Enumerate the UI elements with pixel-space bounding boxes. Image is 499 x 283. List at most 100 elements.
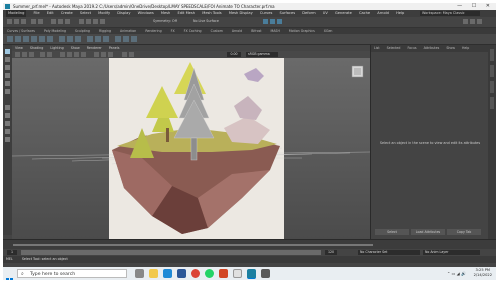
anim-layer-selector[interactable]: No Anim Layer	[423, 250, 480, 255]
menu-modify[interactable]: Modify	[98, 11, 110, 15]
modeling-toolkit-tab[interactable]	[490, 81, 494, 93]
menu-file[interactable]: File	[34, 11, 40, 15]
poly-cone-icon[interactable]	[31, 36, 37, 42]
menu-set-selector[interactable]: Modeling	[6, 10, 27, 17]
render-settings-icon[interactable]	[277, 19, 282, 24]
range-start-field[interactable]: 1	[7, 250, 17, 255]
redo-icon[interactable]	[38, 19, 43, 24]
shelf-tab[interactable]: Custom	[211, 29, 223, 33]
shelf-tab[interactable]: Animation	[120, 29, 136, 33]
media-player-icon[interactable]	[233, 269, 242, 278]
anti-aliasing-icon[interactable]	[108, 52, 113, 57]
ipr-render-icon[interactable]	[270, 19, 275, 24]
menu-mesh-tools[interactable]: Mesh Tools	[202, 11, 221, 15]
shelf-tab[interactable]: Arnold	[232, 29, 242, 33]
shelf-tab[interactable]: Curves / Surfaces	[7, 29, 35, 33]
attribute-editor-tab[interactable]	[490, 65, 494, 77]
edge-browser-icon[interactable]	[163, 269, 172, 278]
ae-tab-focus[interactable]: Focus	[407, 46, 416, 50]
shelf-tab[interactable]: Bifrost	[251, 29, 261, 33]
menu-mesh[interactable]: Mesh	[161, 11, 170, 15]
menu-uv[interactable]: UV	[323, 11, 328, 15]
select-object-icon[interactable]	[58, 19, 63, 24]
render-icon[interactable]	[263, 19, 268, 24]
extrude-icon[interactable]	[87, 36, 93, 42]
shelf-tab[interactable]: FX	[171, 29, 175, 33]
select-button[interactable]: Select	[375, 229, 409, 235]
system-clock[interactable]: 3:25 PM 2/14/2022	[474, 268, 492, 278]
task-view-icon[interactable]	[135, 269, 144, 278]
camera-attributes-icon[interactable]	[22, 52, 27, 57]
save-scene-icon[interactable]	[21, 19, 26, 24]
ae-tab-selected[interactable]: Selected	[387, 46, 401, 50]
perspective-viewport[interactable]	[12, 58, 370, 239]
menu-select[interactable]: Select	[80, 11, 91, 15]
poly-cylinder-icon[interactable]	[23, 36, 29, 42]
insert-edge-loop-icon[interactable]	[131, 36, 137, 42]
shelf-tab[interactable]: Poly Modeling	[44, 29, 66, 33]
shelf-tab[interactable]: MASH	[271, 29, 280, 33]
ae-tab-help[interactable]: Help	[462, 46, 469, 50]
toggle-tool-settings-icon[interactable]	[477, 19, 482, 24]
shelf-tab[interactable]: Sculpting	[75, 29, 90, 33]
new-scene-icon[interactable]	[7, 19, 12, 24]
select-tool-icon[interactable]	[5, 49, 10, 54]
menu-curves[interactable]: Curves	[260, 11, 272, 15]
menu-generate[interactable]: Generate	[335, 11, 352, 15]
window-controls[interactable]: — ☐ ✕	[457, 3, 494, 10]
bookmarks-icon[interactable]	[29, 52, 34, 57]
powerpoint-icon[interactable]	[219, 269, 228, 278]
vp-menu-show[interactable]: Show	[71, 46, 80, 50]
poly-sphere-icon[interactable]	[7, 36, 13, 42]
symmetry-label[interactable]: Symmetry: Off	[153, 19, 177, 23]
wireframe-icon[interactable]	[60, 52, 65, 57]
bevel-icon[interactable]	[95, 36, 101, 42]
ae-tab-show[interactable]: Show	[446, 46, 455, 50]
multi-cut-icon[interactable]	[115, 36, 121, 42]
paint-select-icon[interactable]	[5, 65, 10, 70]
textured-icon[interactable]	[74, 52, 79, 57]
xray-icon[interactable]	[129, 52, 134, 57]
vp-menu-renderer[interactable]: Renderer	[87, 46, 102, 50]
smooth-shade-icon[interactable]	[67, 52, 72, 57]
chrome-icon[interactable]	[191, 269, 200, 278]
menu-help[interactable]: Help	[396, 11, 404, 15]
menu-windows[interactable]: Windows	[138, 11, 154, 15]
shelf-tab[interactable]: Rendering	[145, 29, 161, 33]
playback-controls[interactable]: ⏮ ◀ ▶ ⏭	[403, 242, 473, 258]
live-surface-label[interactable]: No Live Surface	[193, 19, 219, 23]
poly-torus-icon[interactable]	[39, 36, 45, 42]
shelf-tab[interactable]: Rigging	[99, 29, 111, 33]
menu-mesh-display[interactable]: Mesh Display	[229, 11, 253, 15]
poly-cube-icon[interactable]	[15, 36, 21, 42]
scale-tool-icon[interactable]	[5, 89, 10, 94]
move-tool-icon[interactable]	[5, 73, 10, 78]
ambient-occlusion-icon[interactable]	[101, 52, 106, 57]
maya-taskbar-icon[interactable]	[247, 269, 256, 279]
range-end-field[interactable]: 120	[325, 250, 337, 255]
single-layout-icon[interactable]	[5, 105, 10, 110]
toggle-channel-box-icon[interactable]	[470, 19, 475, 24]
grid-icon[interactable]	[40, 52, 45, 57]
vp-menu-panels[interactable]: Panels	[109, 46, 120, 50]
lasso-tool-icon[interactable]	[5, 57, 10, 62]
menu-edit-mesh[interactable]: Edit Mesh	[177, 11, 195, 15]
shelf-tab[interactable]: Motion Graphics	[289, 29, 315, 33]
vp-menu-lighting[interactable]: Lighting	[50, 46, 63, 50]
select-component-icon[interactable]	[65, 19, 70, 24]
character-set-selector[interactable]: No Character Set	[358, 250, 420, 255]
menu-arnold[interactable]: Arnold	[377, 11, 389, 15]
target-weld-icon[interactable]	[123, 36, 129, 42]
toggle-attribute-editor-icon[interactable]	[463, 19, 468, 24]
copy-tab-button[interactable]: Copy Tab	[447, 229, 481, 235]
ae-tab-attributes[interactable]: Attributes	[424, 46, 440, 50]
rotate-tool-icon[interactable]	[5, 81, 10, 86]
open-scene-icon[interactable]	[14, 19, 19, 24]
taskbar-search-box[interactable]: ⌕ Type here to search	[17, 269, 127, 278]
exposure-field[interactable]: 0.00	[227, 52, 241, 57]
menu-create[interactable]: Create	[61, 11, 73, 15]
separate-icon[interactable]	[67, 36, 73, 42]
whatsapp-icon[interactable]	[205, 269, 214, 278]
shelf-tab[interactable]: XGen	[324, 29, 333, 33]
bridge-icon[interactable]	[103, 36, 109, 42]
